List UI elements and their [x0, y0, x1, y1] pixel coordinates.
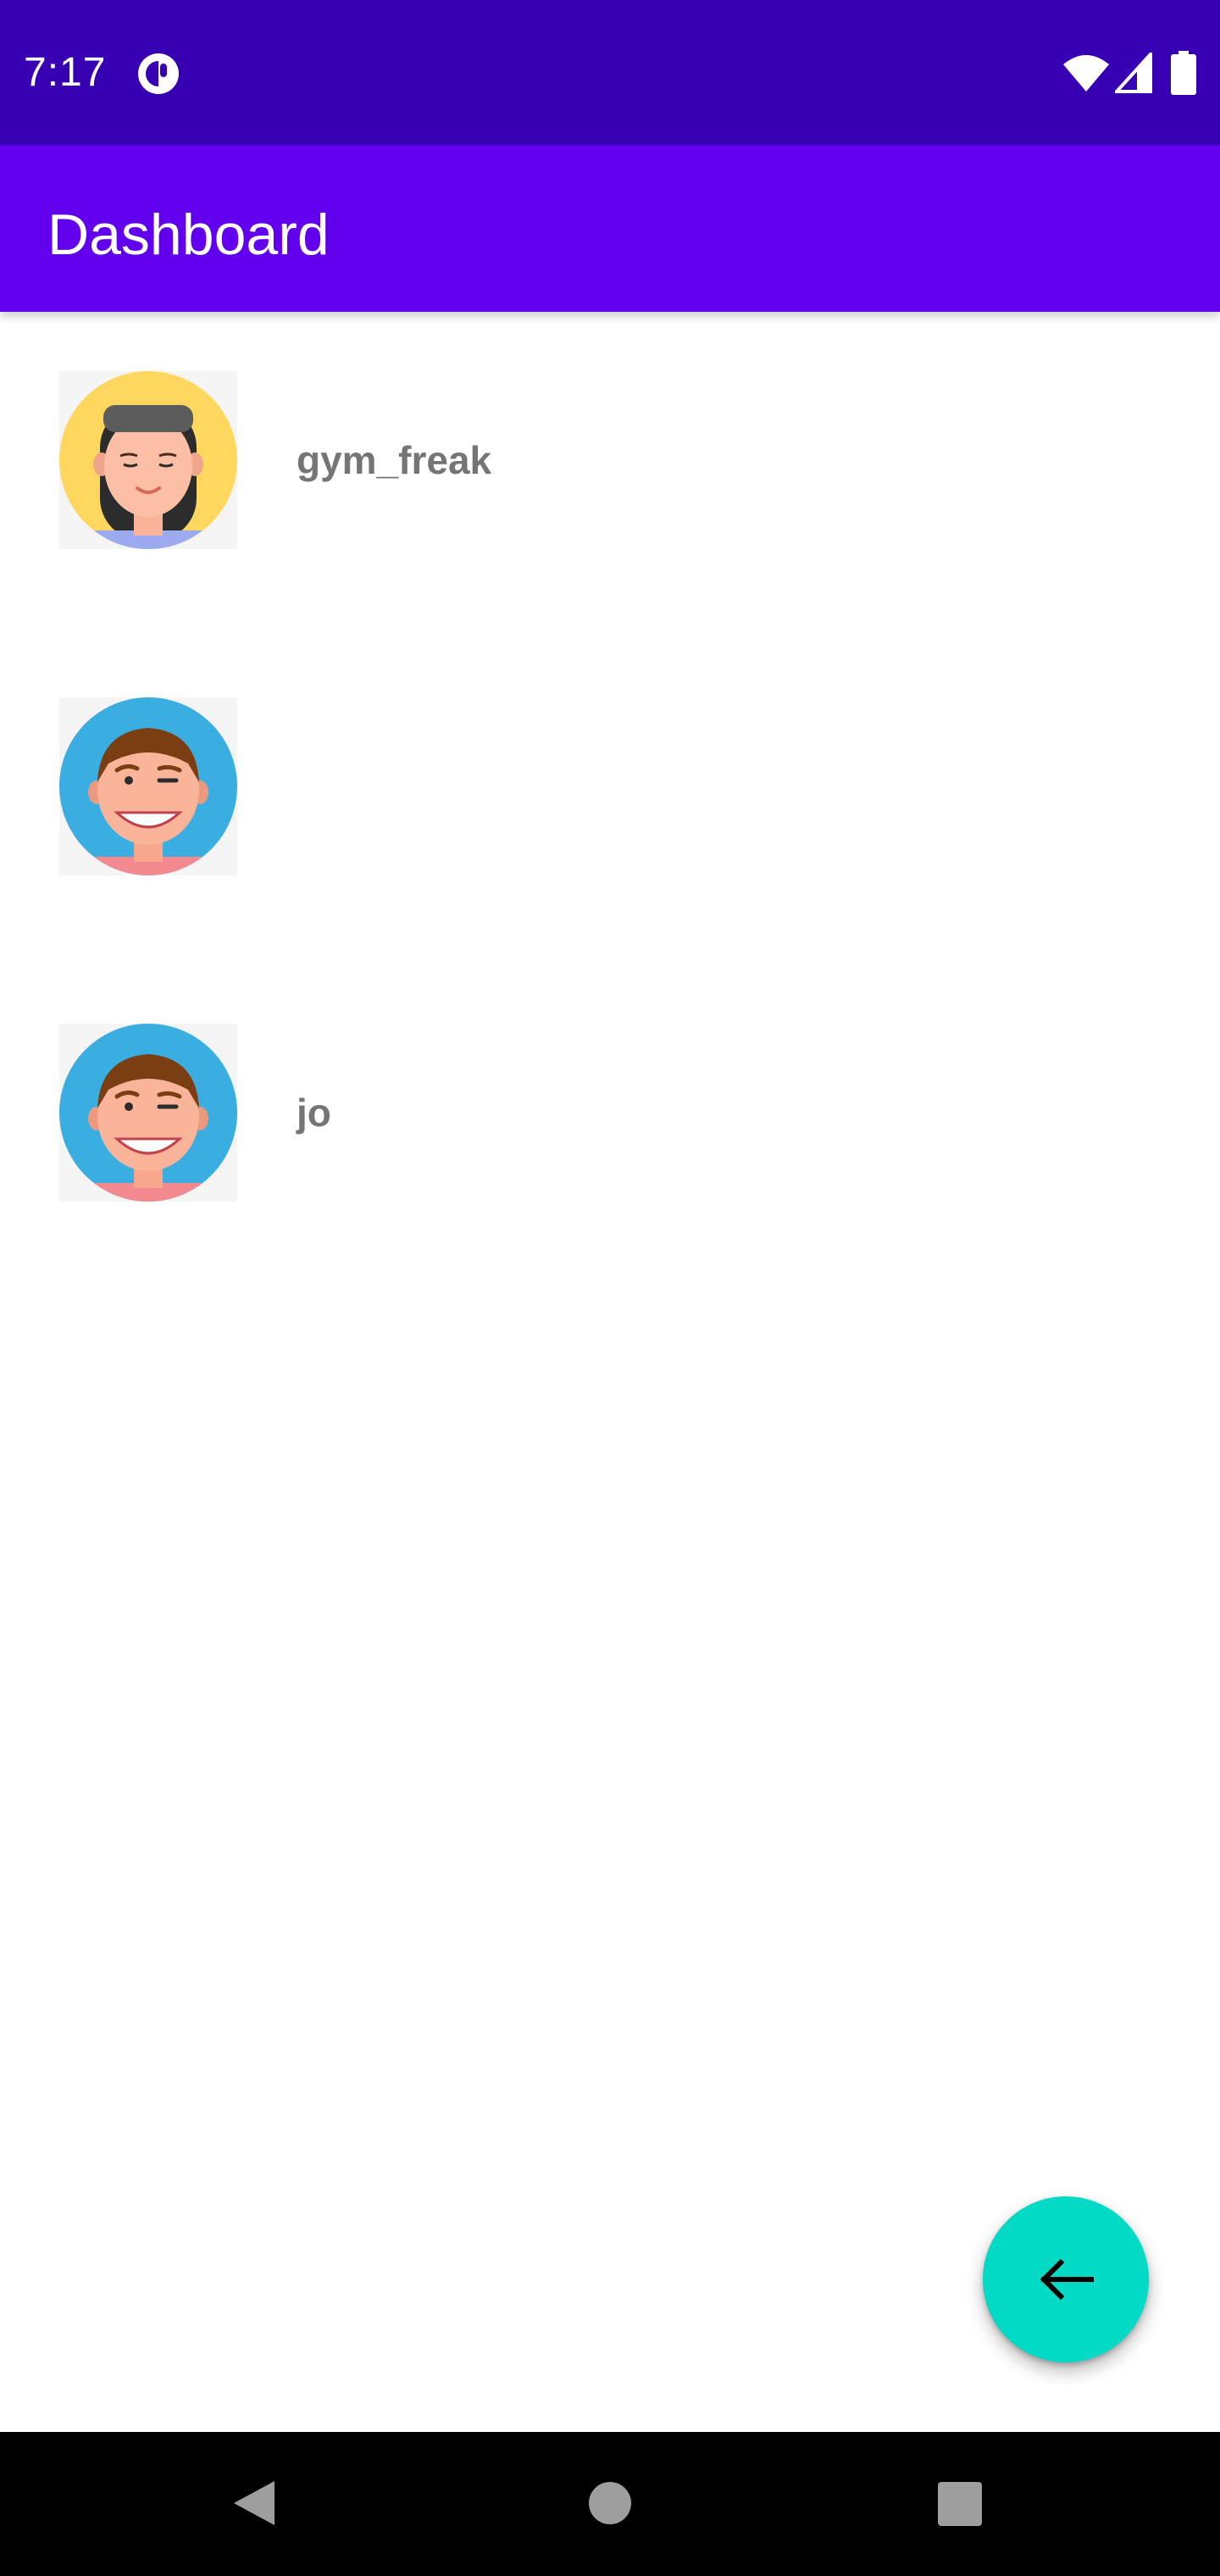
back-fab-button[interactable] — [983, 2196, 1149, 2362]
avatar — [59, 697, 237, 875]
nav-home-icon[interactable] — [588, 2481, 632, 2525]
nav-recents-icon[interactable] — [937, 2481, 983, 2527]
list-item[interactable]: jo — [0, 964, 1220, 1291]
username: jo — [297, 1091, 331, 1135]
user-list: gym_freak jo — [0, 312, 1220, 1291]
nav-back-icon[interactable] — [230, 2478, 278, 2529]
male-avatar-icon — [59, 697, 237, 875]
female-avatar-icon — [59, 371, 237, 549]
battery-icon — [1171, 51, 1196, 95]
status-bar: 7:17 — [0, 0, 1220, 145]
cell-signal-icon — [1115, 53, 1152, 93]
avatar — [59, 1024, 237, 1202]
app-notification-icon — [138, 53, 179, 94]
male-avatar-icon — [59, 1024, 237, 1202]
app-bar: Dashboard — [0, 145, 1220, 312]
wifi-icon — [1063, 55, 1109, 92]
username: gym_freak — [297, 438, 492, 482]
page-title: Dashboard — [47, 203, 330, 267]
list-item[interactable]: gym_freak — [0, 312, 1220, 638]
status-time: 7:17 — [24, 50, 107, 95]
list-item[interactable] — [0, 638, 1220, 964]
arrow-back-icon — [1040, 2258, 1094, 2301]
avatar — [59, 371, 237, 549]
